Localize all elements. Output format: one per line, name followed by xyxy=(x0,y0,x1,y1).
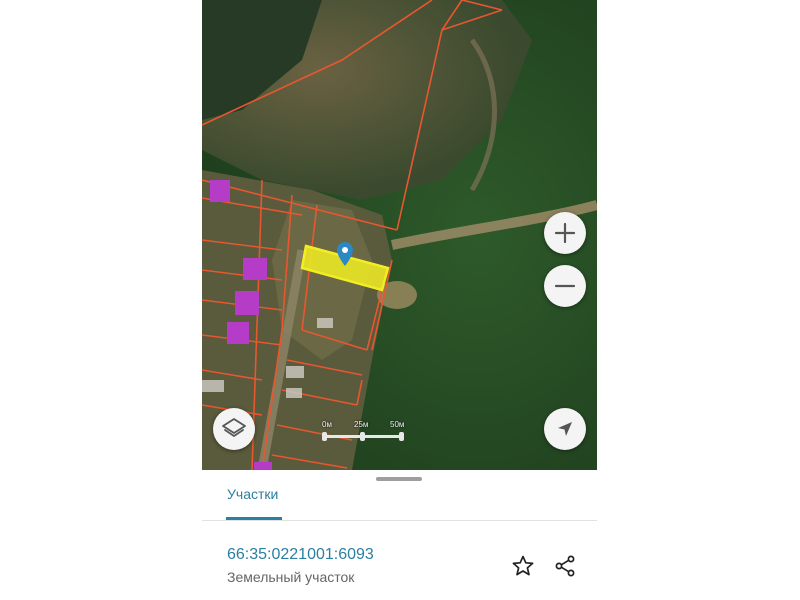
scale-tick xyxy=(360,432,365,441)
my-location-button[interactable] xyxy=(544,408,586,450)
share-button[interactable] xyxy=(552,553,578,579)
sheet-drag-handle[interactable] xyxy=(376,477,422,481)
map-pin-icon[interactable] xyxy=(337,242,353,266)
favorite-button[interactable] xyxy=(510,553,536,579)
scale-tick xyxy=(322,432,327,441)
scale-label-50: 50м xyxy=(390,420,405,429)
layers-icon xyxy=(222,418,246,437)
layers-button[interactable] xyxy=(213,408,255,450)
satellite-map xyxy=(202,0,597,470)
plus-icon xyxy=(554,222,576,244)
scale-label-0: 0м xyxy=(322,420,332,429)
star-icon xyxy=(512,555,534,576)
parcel-type: Земельный участок xyxy=(227,569,355,585)
zoom-out-button[interactable] xyxy=(544,265,586,307)
parcel-cadastral-number[interactable]: 66:35:0221001:6093 xyxy=(227,546,374,564)
scale-bar: 0м 25м 50м xyxy=(320,420,412,444)
zoom-in-button[interactable] xyxy=(544,212,586,254)
minus-icon xyxy=(554,284,576,288)
share-icon xyxy=(555,555,575,577)
bottom-sheet: Участки 66:35:0221001:6093 Земельный уча… xyxy=(202,470,597,600)
tab-parcels[interactable]: Участки xyxy=(227,486,278,502)
navigation-arrow-icon xyxy=(558,422,572,436)
scale-label-25: 25м xyxy=(354,420,369,429)
map-view[interactable]: 0м 25м 50м xyxy=(202,0,597,470)
scale-tick xyxy=(399,432,404,441)
phone-screen: 0м 25м 50м Участки 66:35:0221001:6093 Зе… xyxy=(202,0,597,600)
divider xyxy=(202,520,597,521)
